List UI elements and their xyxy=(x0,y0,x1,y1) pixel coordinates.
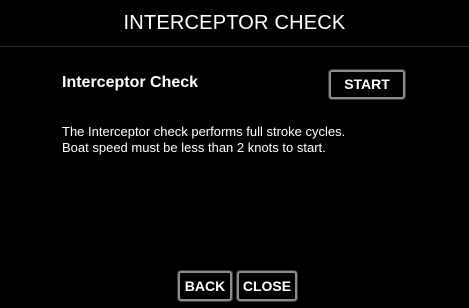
close-button[interactable]: CLOSE xyxy=(237,271,297,301)
start-button[interactable]: START xyxy=(329,70,405,99)
interceptor-check-screen: INTERCEPTOR CHECK Interceptor Check STAR… xyxy=(0,0,469,308)
section-heading: Interceptor Check xyxy=(62,74,199,91)
back-button[interactable]: BACK xyxy=(178,271,232,301)
check-description: The Interceptor check performs full stro… xyxy=(62,124,346,155)
screen-title: INTERCEPTOR CHECK xyxy=(0,0,469,47)
